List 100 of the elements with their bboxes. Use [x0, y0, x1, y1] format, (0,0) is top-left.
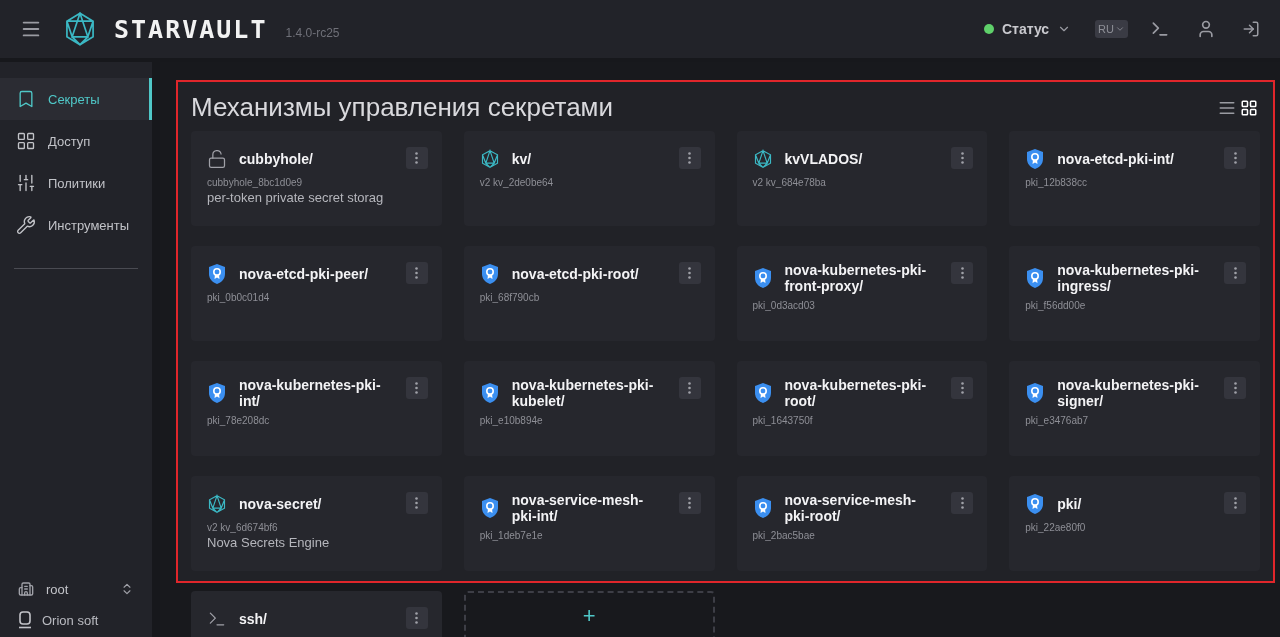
terminal-icon	[1150, 19, 1170, 39]
shield-ribbon-icon	[752, 497, 773, 519]
namespace-selector[interactable]: root	[18, 581, 134, 597]
open-lock-icon	[207, 149, 227, 169]
engine-name: nova-kubernetes-pki-int/	[239, 377, 382, 409]
engine-card[interactable]: nova-kubernetes-pki-kubelet/ pki_e10b894e	[463, 361, 715, 456]
engine-path: v2 kv_2de0be64	[479, 177, 555, 188]
brand-name: STARVAULT	[114, 14, 268, 44]
vertical-dots-icon	[415, 267, 419, 279]
engine-card[interactable]: nova-etcd-pki-peer/ pki_0b0c01d4	[191, 246, 442, 341]
engine-card[interactable]: ssh/	[191, 591, 442, 637]
engine-name: nova-secret/	[239, 496, 322, 512]
more-button[interactable]	[1224, 262, 1246, 284]
engine-name: nova-kubernetes-pki-signer/	[1057, 377, 1200, 409]
more-button[interactable]	[1224, 377, 1246, 399]
sidebar-item[interactable]: Инструменты	[0, 204, 152, 246]
organization-name: Orion soft	[42, 612, 99, 628]
shield-ribbon-icon	[752, 382, 773, 404]
more-button[interactable]	[678, 377, 701, 399]
more-button[interactable]	[951, 492, 974, 514]
engine-path: pki_68f790cb	[479, 292, 541, 303]
grid-icon	[16, 131, 36, 151]
engine-description: per-token private secret storag	[207, 190, 385, 205]
vertical-dots-icon	[415, 497, 419, 509]
engine-card[interactable]: nova-kubernetes-pki-ingress/ pki_f56dd00e	[1009, 246, 1260, 341]
engine-name: nova-kubernetes-pki-kubelet/	[511, 377, 655, 409]
sidebar-item[interactable]: Доступ	[0, 120, 152, 162]
more-button[interactable]	[405, 262, 428, 284]
vertical-dots-icon	[960, 152, 964, 164]
engine-path: v2 kv_684e78ba	[752, 177, 827, 188]
exit-icon	[1242, 20, 1260, 38]
vertical-dots-icon	[688, 267, 691, 279]
status-dot-icon	[983, 24, 994, 34]
more-button[interactable]	[405, 607, 428, 629]
engine-path: pki_2bac5bae	[752, 530, 816, 541]
engine-card[interactable]: nova-service-mesh-pki-root/ pki_2bac5bae	[736, 476, 988, 571]
engine-name: nova-kubernetes-pki-front-proxy/	[784, 262, 928, 294]
engine-card[interactable]: cubbyhole/ cubbyhole_8bc1d0e9 per-token private secret storag	[191, 131, 442, 226]
engine-name: kvVLADOS/	[784, 151, 863, 167]
engine-name: nova-etcd-pki-root/	[511, 266, 639, 282]
engine-card[interactable]: kvVLADOS/ v2 kv_684e78ba	[736, 131, 988, 226]
polyhedron-icon	[207, 494, 227, 514]
engine-path: pki_22ae80f0	[1025, 522, 1087, 533]
more-button[interactable]	[405, 492, 428, 514]
engine-name: ssh/	[239, 611, 267, 627]
vertical-dots-icon	[415, 382, 419, 394]
polyhedron-icon	[752, 149, 773, 169]
more-button[interactable]	[678, 262, 701, 284]
engine-card[interactable]: nova-service-mesh-pki-int/ pki_1deb7e1e	[463, 476, 715, 571]
add-engine-button[interactable]: +	[463, 591, 715, 637]
engine-card[interactable]: nova-kubernetes-pki-front-proxy/ pki_0d3acd03	[736, 246, 988, 341]
sidebar-item[interactable]: Секреты	[0, 78, 152, 120]
more-button[interactable]	[951, 377, 974, 399]
wrench-icon	[16, 215, 36, 235]
engine-description: Nova Secrets Engine	[207, 535, 331, 550]
engine-card[interactable]: nova-etcd-pki-int/ pki_12b838cc	[1009, 131, 1260, 226]
more-button[interactable]	[1224, 147, 1246, 169]
version-label: 1.4.0-rc25	[285, 26, 340, 40]
more-button[interactable]	[678, 492, 701, 514]
more-button[interactable]	[951, 147, 974, 169]
shield-ribbon-icon	[1025, 148, 1046, 170]
language-selector[interactable]: RU	[1095, 20, 1128, 38]
status-menu[interactable]: Статус	[977, 20, 1078, 38]
sidebar-item[interactable]: Политики	[0, 162, 152, 204]
engine-name: pki/	[1057, 496, 1082, 512]
engine-path: pki_12b838cc	[1025, 177, 1088, 188]
engine-path: pki_1deb7e1e	[479, 530, 544, 541]
page-title: Механизмы управления секретами	[191, 92, 614, 123]
vertical-dots-icon	[1233, 497, 1237, 509]
device-icon	[18, 611, 32, 629]
vertical-dots-icon	[1233, 382, 1237, 394]
engine-path: pki_0d3acd03	[752, 300, 816, 311]
vertical-dots-icon	[688, 497, 691, 509]
engine-card[interactable]: pki/ pki_22ae80f0	[1009, 476, 1260, 571]
engine-name: nova-etcd-pki-peer/	[239, 266, 369, 282]
more-button[interactable]	[951, 262, 974, 284]
shield-ribbon-icon	[1025, 382, 1046, 404]
shield-ribbon-icon	[479, 263, 500, 285]
engine-name: nova-kubernetes-pki-root/	[784, 377, 928, 409]
engine-card[interactable]: nova-kubernetes-pki-int/ pki_78e208dc	[191, 361, 442, 456]
vertical-dots-icon	[960, 497, 964, 509]
engine-card[interactable]: nova-kubernetes-pki-root/ pki_1643750f	[736, 361, 988, 456]
engine-card[interactable]: nova-kubernetes-pki-signer/ pki_e3476ab7	[1009, 361, 1260, 456]
more-button[interactable]	[405, 377, 428, 399]
shield-ribbon-icon	[1025, 493, 1046, 515]
more-button[interactable]	[678, 147, 701, 169]
user-icon	[1196, 19, 1216, 39]
shield-ribbon-icon	[1025, 267, 1046, 289]
shield-ribbon-icon	[479, 497, 500, 519]
engine-name: nova-etcd-pki-int/	[1057, 151, 1174, 167]
shield-ribbon-icon	[207, 263, 227, 285]
vertical-dots-icon	[415, 612, 419, 624]
more-button[interactable]	[1224, 492, 1246, 514]
polyhedron-icon	[479, 149, 500, 169]
engine-card[interactable]: nova-etcd-pki-root/ pki_68f790cb	[463, 246, 715, 341]
engine-card[interactable]: kv/ v2 kv_2de0be64	[463, 131, 715, 226]
engine-card[interactable]: nova-secret/ v2 kv_6d674bf6 Nova Secrets Engine	[191, 476, 442, 571]
engine-name: nova-service-mesh-pki-root/	[784, 492, 917, 524]
engine-path: pki_1643750f	[752, 415, 814, 426]
more-button[interactable]	[405, 147, 428, 169]
